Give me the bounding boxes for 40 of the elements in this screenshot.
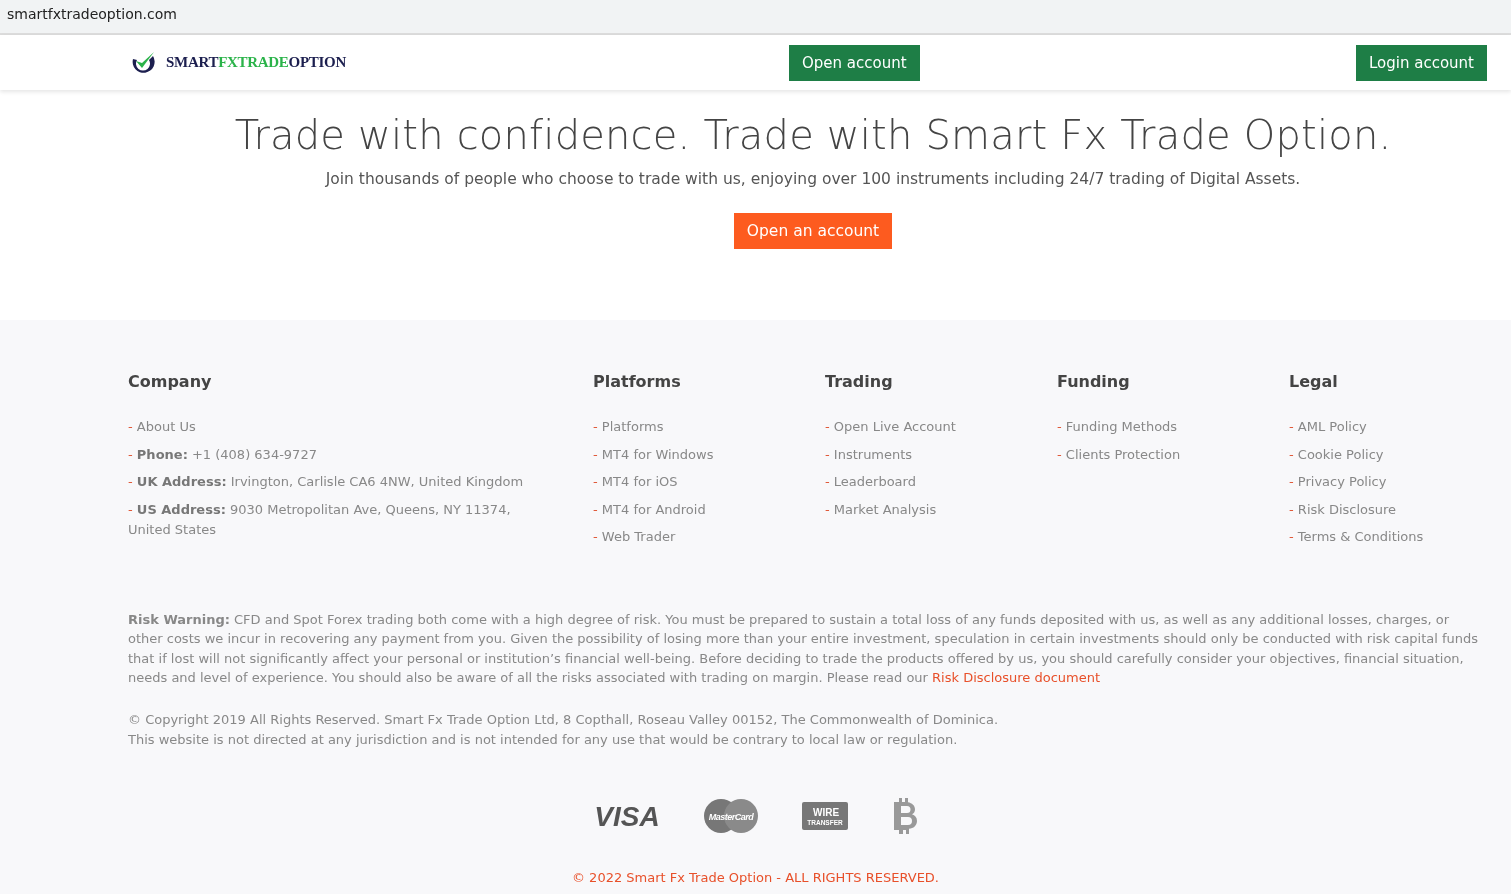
footer-link[interactable]: - Risk Disclosure [1289,499,1481,520]
hero-title: Trade with confidence. Trade with Smart Fx Trade Option. [234,112,1392,158]
visa-logo: VISA [593,801,660,830]
footer-link[interactable]: - Phone: +1 (408) 634-9727 [128,444,593,465]
footer-link[interactable]: - Market Analysis [825,499,1057,520]
open-account-button[interactable]: Open account [789,44,920,81]
hero-subtitle: Join thousands of people who choose to trade with us, enjoying over 100 instruments including 24/7 trading of Digital Assets. [325,170,1301,188]
footer-link[interactable]: - US Address: 9030 Metropolitan Ave, Queens, NY 11374, United States [128,499,593,540]
footer-link[interactable]: - Instruments [825,444,1057,465]
footer-link[interactable]: - About Us [128,417,593,437]
footer-heading: Trading [825,372,894,391]
footer-link[interactable]: - Cookie Policy [1289,444,1481,465]
footer-link[interactable]: - Leaderboard [825,472,1057,492]
footer-link[interactable]: - Platforms [593,417,825,437]
risk-warning-text: Risk Warning: CFD and Spot Forex trading both come with a high degree of risk. You must be prepared to sustain a total loss of any funds deposited with us, as well as any additional losses, charges, or other costs we incur in recovering any payment from you. Given the possibility of losing more than your entire investment, speculation in certain investments should only be conducted with risk capital funds that if lost will not significantly affect your personal or institution’s financial well-being. Before deciding to trade the products offered by us, you should carefully consider your objectives, financial situation, needs and level of experience. You should also be aware of all the risks associated with trading on margin. Please read our Risk Disclosure document [128,610,1480,688]
footer-link[interactable]: - MT4 for iOS [593,472,825,492]
footer-link[interactable]: - AML Policy [1289,417,1481,437]
footer-link[interactable]: - Funding Methods [1057,417,1289,437]
risk-disclosure-link[interactable]: Risk Disclosure document [932,670,1101,686]
mastercard-logo: MasterCard [703,798,758,833]
bitcoin-icon [891,797,918,834]
footer-link[interactable]: - Open Live Account [825,417,1057,437]
url-text[interactable]: smartfxtradeoption.com [7,6,177,22]
footer-heading: Funding [1057,372,1131,391]
footer-link[interactable]: - Web Trader [593,527,825,547]
open-an-account-button[interactable]: Open an account [733,213,893,249]
footer-link[interactable]: - MT4 for Windows [593,444,825,465]
footer-link[interactable]: - MT4 for Android [593,499,825,520]
footer-heading: Legal [1289,372,1339,391]
logo-icon [130,49,158,76]
login-button[interactable]: Login account [1356,44,1487,81]
logo-wordmark[interactable]: SMARTFXTRADEOPTION [166,54,346,71]
footer-link[interactable]: - Privacy Policy [1289,472,1481,492]
footer-heading: Platforms [593,372,682,391]
footer-link[interactable]: - Clients Protection [1057,444,1289,465]
footer-heading: Company [128,372,213,391]
footer-link[interactable]: - Terms & Conditions [1289,527,1481,547]
copyright-footer-text: © 2022 Smart Fx Trade Option - ALL RIGHTS RESERVED. [571,869,940,885]
copyright-text: © Copyright 2019 All Rights Reserved. Smart Fx Trade Option Ltd, 8 Copthall, Roseau Valley 00152, The Commonwealth of Dominica. This website is not directed at any jurisdiction and is not intended for any use that would be contrary to local law or regulation. [128,710,1000,749]
footer-link[interactable]: - UK Address: Irvington, Carlisle CA6 4NW, United Kingdom [128,472,593,492]
